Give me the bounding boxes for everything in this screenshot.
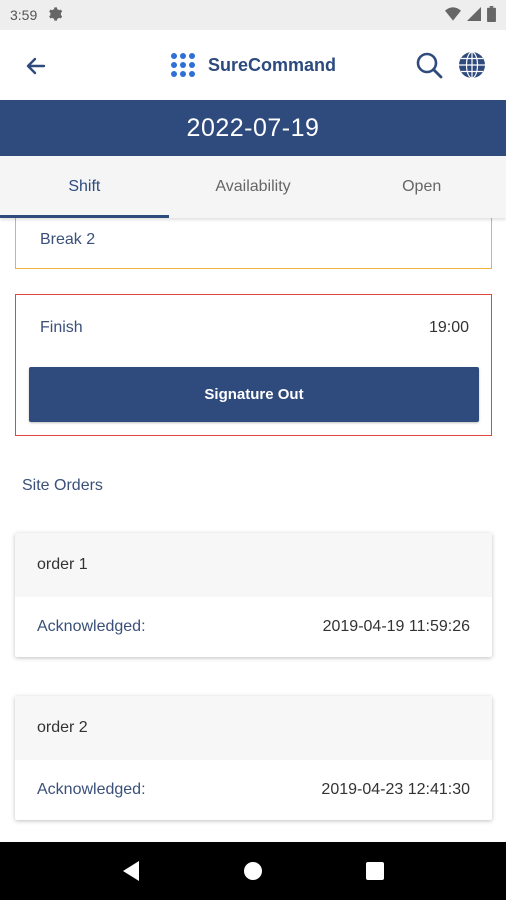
- triangle-back-icon: [123, 861, 139, 881]
- brand: SureCommand: [170, 52, 336, 78]
- tab-shift[interactable]: Shift: [0, 156, 169, 218]
- nav-back-button[interactable]: [111, 851, 151, 891]
- app-title: SureCommand: [208, 54, 337, 75]
- app-grid-icon: [171, 53, 195, 77]
- app-bar: SureCommand: [0, 30, 506, 100]
- finish-time: 19:00: [428, 319, 469, 336]
- nav-home-button[interactable]: [233, 851, 273, 891]
- globe-icon: [459, 51, 485, 79]
- gear-icon: [47, 6, 63, 25]
- status-time: 3:59: [10, 7, 38, 23]
- square-recents-icon: [366, 862, 384, 880]
- system-nav-bar: [0, 842, 506, 900]
- nav-recents-button[interactable]: [355, 851, 395, 891]
- search-button[interactable]: [414, 50, 444, 80]
- signature-out-button[interactable]: Signature Out: [29, 367, 479, 422]
- ack-timestamp: 2019-04-19 11:59:26: [322, 618, 470, 635]
- battery-icon: [487, 5, 496, 25]
- back-button[interactable]: [20, 50, 52, 82]
- ack-label: Acknowledged:: [37, 781, 146, 798]
- tab-open[interactable]: Open: [337, 156, 506, 218]
- search-icon: [416, 52, 443, 79]
- order-name: order 2: [15, 696, 492, 760]
- break-label: Break 2: [40, 231, 96, 248]
- site-orders-heading: Site Orders: [22, 477, 103, 494]
- finish-card: Finish 19:00 Signature Out: [15, 294, 492, 436]
- wifi-icon: [445, 6, 461, 24]
- language-button[interactable]: [457, 50, 487, 80]
- tab-availability[interactable]: Availability: [169, 156, 338, 218]
- arrow-left-icon: [26, 57, 46, 75]
- order-ack-row: Acknowledged: 2019-04-23 12:41:30: [15, 760, 492, 820]
- status-bar: 3:59: [0, 0, 506, 30]
- ack-timestamp: 2019-04-23 12:41:30: [321, 781, 470, 798]
- order-name: order 1: [15, 533, 492, 597]
- signal-icon: [467, 6, 481, 24]
- order-card[interactable]: order 2 Acknowledged: 2019-04-23 12:41:3…: [15, 696, 492, 820]
- shift-date: 2022-07-19: [186, 113, 320, 142]
- ack-label: Acknowledged:: [37, 618, 146, 635]
- finish-label: Finish: [40, 319, 83, 336]
- order-card[interactable]: order 1 Acknowledged: 2019-04-19 11:59:2…: [15, 533, 492, 657]
- order-ack-row: Acknowledged: 2019-04-19 11:59:26: [15, 597, 492, 657]
- date-banner: 2022-07-19: [0, 100, 506, 156]
- tab-bar: Shift Availability Open: [0, 156, 506, 218]
- circle-home-icon: [244, 862, 262, 880]
